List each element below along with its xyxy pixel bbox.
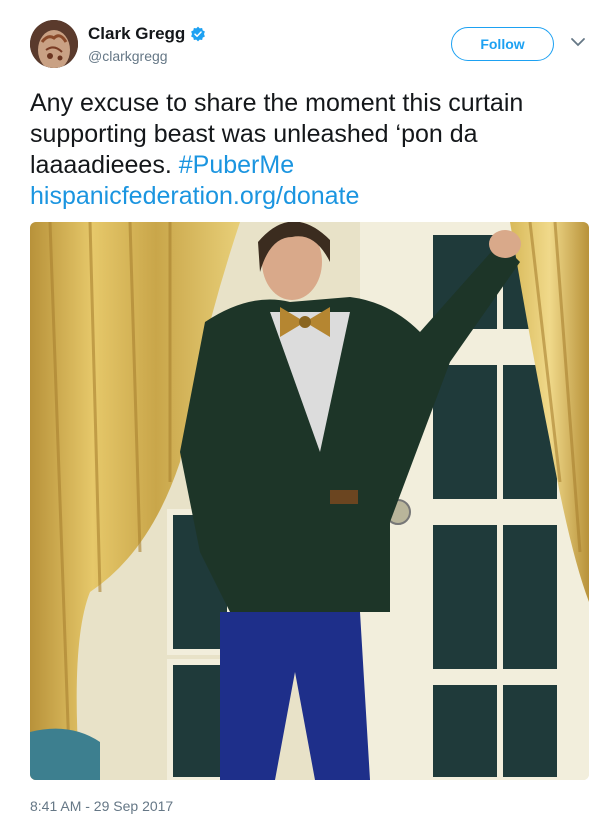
avatar-image	[30, 20, 78, 68]
avatar[interactable]	[30, 20, 78, 68]
follow-button[interactable]: Follow	[451, 27, 554, 61]
author-handle[interactable]: @clarkgregg	[88, 48, 168, 64]
author-name[interactable]: Clark Gregg	[88, 24, 185, 44]
chevron-down-icon[interactable]	[570, 36, 586, 48]
donate-link[interactable]: hispanicfederation.org/donate	[30, 181, 590, 212]
tweet-text: Any excuse to share the moment this curt…	[30, 88, 590, 212]
hashtag-link[interactable]: #PuberMe	[179, 151, 294, 179]
tweet-header: Clark Gregg @clarkgregg Follow	[0, 0, 612, 80]
tweet-timestamp[interactable]: 8:41 AM - 29 Sep 2017	[30, 798, 173, 814]
verified-badge-icon	[191, 26, 205, 42]
photo-illustration	[30, 222, 589, 780]
tweet-photo[interactable]	[30, 222, 589, 780]
